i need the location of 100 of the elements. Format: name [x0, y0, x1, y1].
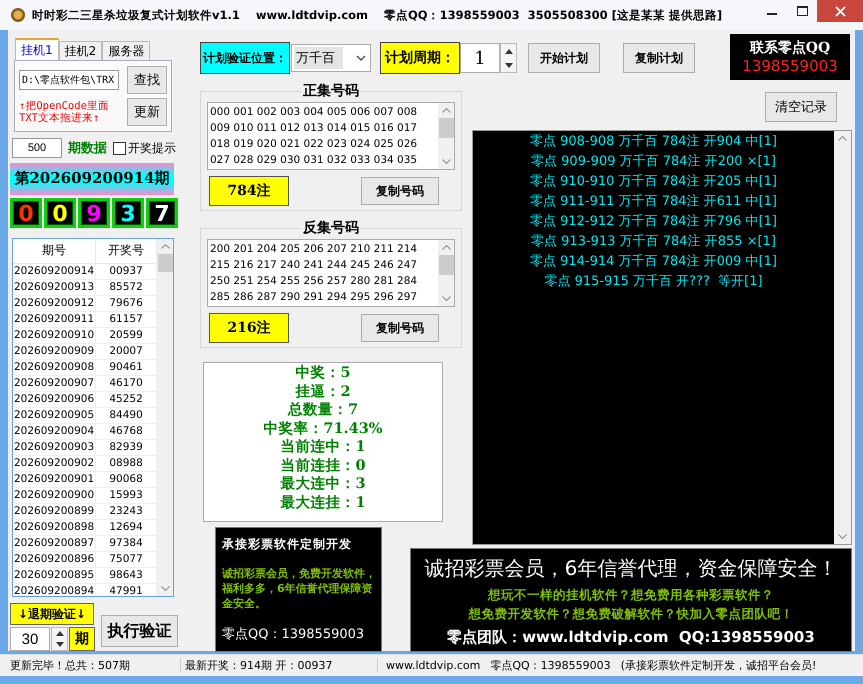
numbers-line: 000 001 002 003 004 005 006 007 008 — [210, 105, 418, 120]
close-icon — [834, 6, 846, 16]
table-cell: 202609200913 — [13, 280, 96, 295]
cycle-field[interactable]: 1 — [460, 43, 500, 73]
numbers-line: 009 010 011 012 013 014 015 016 017 — [210, 121, 418, 136]
stat-line: 中奖：5 — [295, 364, 351, 382]
ad-text: 诚招彩票会员，免费开发软件，福利多多，6年信誉代理保障资金安全。 — [222, 566, 377, 611]
dropdown-caret-icon — [356, 55, 366, 61]
column-header[interactable]: 期号 — [13, 238, 96, 263]
table-cell: 202609200905 — [13, 408, 96, 423]
table-cell: 202609200897 — [13, 536, 96, 551]
window-website: www.ldtdvip.com — [256, 8, 368, 22]
table-cell: 202609200908 — [13, 360, 96, 375]
stat-line: 当前连中：1 — [280, 438, 366, 456]
drag-hint: ↑把OpenCode里面 TXT文本拖进来↑ — [19, 100, 109, 124]
table-cell: 202609200912 — [13, 296, 96, 311]
group-title: 正集号码 — [302, 82, 360, 100]
table-cell: 202609200900 — [13, 488, 96, 503]
ad-headline: 诚招彩票会员，6年信誉代理，资金保障安全！ — [424, 555, 838, 582]
status-text: 最新开奖：914期 开：00937 — [185, 658, 378, 673]
spin-buttons[interactable] — [500, 43, 517, 73]
copy-numbers-button[interactable]: 复制号码 — [361, 177, 439, 205]
start-plan-button[interactable]: 开始计划 — [528, 43, 600, 73]
scroll-thumb[interactable] — [158, 254, 172, 272]
scrollbar[interactable] — [438, 240, 454, 306]
scroll-thumb[interactable] — [438, 255, 454, 275]
bet-count: 216注 — [209, 313, 289, 343]
ad-contact: 零点团队：www.ldtdvip.com QQ:1398559003 — [447, 627, 815, 648]
window-title: 时时彩二三星杀垃圾复式计划软件v1.1 — [32, 8, 240, 22]
scrollbar[interactable] — [834, 131, 851, 544]
period-count-label: 期数据 — [68, 140, 107, 157]
scroll-down-icon[interactable] — [838, 534, 847, 539]
log-line: 零点 911-911 万千百 784注 开611 中[1] — [530, 193, 778, 211]
stat-line: 中奖率：71.43% — [263, 420, 383, 438]
position-label: 计划验证位置： — [200, 42, 290, 74]
stat-line: 挂逼：2 — [295, 382, 351, 401]
table-cell: 202609200898 — [13, 520, 96, 535]
scroll-thumb[interactable] — [438, 118, 454, 138]
table-cell: 202609200895 — [13, 568, 96, 583]
periods-field[interactable]: 30 — [10, 627, 50, 651]
find-button[interactable]: 查找 — [127, 66, 167, 94]
numbers-line: 285 286 287 290 291 294 295 296 297 — [210, 290, 418, 305]
draw-digit: 9 — [86, 202, 102, 224]
numbers-line: 250 251 254 255 256 257 280 281 284 — [210, 274, 418, 289]
close-button[interactable] — [817, 0, 863, 22]
draw-digit: 0 — [52, 202, 68, 224]
numbers-line: 215 216 217 240 241 244 245 246 247 — [210, 258, 418, 273]
cycle-label: 计划周期： — [380, 42, 460, 74]
copy-numbers-button[interactable]: 复制号码 — [361, 314, 439, 342]
clear-log-button[interactable]: 清空记录 — [765, 92, 837, 122]
tab[interactable]: 挂机2 — [58, 41, 102, 60]
table-cell: 202609200907 — [13, 376, 96, 391]
backtest-button[interactable]: ↓退期验证↓ — [10, 603, 94, 625]
scroll-up-icon[interactable] — [442, 108, 450, 113]
status-text: www.ldtdvip.com — [386, 659, 480, 672]
maximize-icon — [796, 6, 808, 16]
draw-digit: 0 — [18, 202, 34, 224]
run-verification-button[interactable]: 执行验证 — [101, 615, 178, 647]
draw-alert-checkbox[interactable]: 开奖提示 — [113, 140, 176, 156]
status-text: 更新完毕！总共：507期 — [10, 658, 181, 673]
scroll-down-icon[interactable] — [442, 159, 450, 164]
stat-line: 最大连中：3 — [280, 475, 366, 494]
scroll-up-icon[interactable] — [838, 136, 847, 141]
file-path-field[interactable]: D:\零点软件包\TRX — [19, 70, 119, 90]
stat-line: 最大连挂：1 — [280, 494, 366, 512]
group-title: 反集号码 — [302, 219, 360, 237]
scroll-down-icon[interactable] — [442, 296, 450, 301]
numbers-line: 018 019 020 021 022 023 024 025 026 — [210, 137, 418, 152]
ad-text: 想免费开发软件？想免费破解软件？快加入零点团队吧！ — [468, 605, 794, 623]
table-cell: 202609200903 — [13, 440, 96, 455]
log-line: 零点 913-913 万千百 784注 开855 ×[1] — [531, 233, 776, 251]
period-count-field[interactable]: 500 — [12, 138, 62, 158]
log-line: 零点 914-914 万千百 784注 开009 中[1] — [530, 253, 778, 271]
stat-line: 当前连挂：0 — [280, 456, 366, 475]
scroll-up-icon[interactable] — [160, 244, 170, 249]
current-issue-banner: 第202609200914期 — [10, 163, 174, 195]
scroll-down-icon[interactable] — [160, 586, 170, 591]
stat-line: 总数量：7 — [288, 401, 358, 420]
log-line: 零点 909-909 万千百 784注 开200 ×[1] — [531, 153, 776, 171]
scroll-up-icon[interactable] — [442, 245, 450, 250]
log-line: 零点 915-915 万千百 开??? 等开[1] — [544, 273, 763, 291]
position-dropdown[interactable]: 万千百 — [291, 44, 371, 72]
numbers-line: 027 028 029 030 031 032 033 034 035 — [210, 153, 418, 168]
update-button[interactable]: 更新 — [127, 98, 167, 126]
copy-plan-button[interactable]: 复制计划 — [623, 43, 695, 73]
contact-title: 联系零点QQ — [750, 39, 830, 57]
tab[interactable]: 服务器 — [102, 41, 150, 60]
tab[interactable]: 挂机1 — [15, 38, 59, 60]
log-line: 零点 908-908 万千百 784注 开904 中[1] — [530, 133, 778, 151]
spin-buttons[interactable] — [51, 627, 68, 651]
table-cell: 202609200894 — [13, 584, 96, 596]
scrollbar[interactable] — [438, 103, 454, 169]
bet-count: 784注 — [209, 176, 289, 206]
log-line: 零点 910-910 万千百 784注 开205 中[1] — [530, 173, 778, 191]
periods-unit-label: 期 — [69, 627, 95, 651]
scrollbar[interactable] — [157, 238, 173, 596]
table-cell: 202609200902 — [13, 456, 96, 471]
ad-title: 承接彩票软件定制开发 — [222, 536, 353, 553]
draw-digit: 3 — [120, 202, 136, 224]
table-cell: 202609200896 — [13, 552, 96, 567]
